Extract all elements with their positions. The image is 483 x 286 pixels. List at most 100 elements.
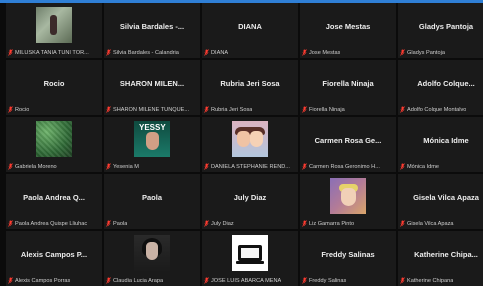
participant-name-label: Yesenia M [113, 163, 139, 170]
participant-display-name: Silvia Bardales -... [119, 22, 185, 31]
mic-muted-icon [8, 163, 13, 170]
participant-tile[interactable]: July Diaz July Diaz [202, 174, 298, 229]
participant-tile[interactable]: Rubria Jeri Sosa Rubria Jeri Sosa [202, 60, 298, 115]
participant-name-label: Rocio [15, 106, 30, 113]
participant-display-name: Rocio [43, 79, 65, 88]
participant-footer: Rubria Jeri Sosa [202, 104, 298, 115]
participant-name-label: Freddy Salinas [309, 277, 347, 284]
participant-footer: JOSE LUIS ABARCA MENA [202, 275, 298, 286]
participant-tile[interactable]: Paola Paola [104, 174, 200, 229]
participant-tile[interactable]: Silvia Bardales -... Silvia Bardales - C… [104, 3, 200, 58]
participant-name-label: MILUSKA TANIA TUNI TOR... [15, 49, 89, 56]
participant-footer: Mónica Idme [398, 161, 483, 172]
participant-name-label: July Diaz [211, 220, 234, 227]
mic-muted-icon [204, 49, 209, 56]
avatar-word: YESSY [139, 123, 166, 132]
participant-name-label: Gabriela Moreno [15, 163, 57, 170]
participants-grid: MILUSKA TANIA TUNI TOR... Silvia Bardale… [6, 3, 483, 286]
participant-tile[interactable]: Rocio Rocio [6, 60, 102, 115]
participant-tile[interactable]: Katherine Chipa... Katherine Chipana [398, 231, 483, 286]
participant-footer: Fiorella Ninaja [300, 104, 396, 115]
participant-tile[interactable]: Gisela Vilca Apaza Gisela Vilca Apaza [398, 174, 483, 229]
mic-muted-icon [400, 106, 405, 113]
participant-tile[interactable]: Jose Mestas Jose Mestas [300, 3, 396, 58]
participant-name-label: Silvia Bardales - Calandria [113, 49, 179, 56]
participant-display-name: Katherine Chipa... [414, 250, 478, 259]
mic-muted-icon [8, 277, 13, 284]
participant-tile[interactable]: Gabriela Moreno [6, 117, 102, 172]
participant-display-name: July Diaz [233, 193, 267, 202]
participant-avatar-photo: YESSY [134, 121, 170, 157]
participant-display-name: Carmen Rosa Ge... [314, 136, 382, 145]
participant-name-label: Rubria Jeri Sosa [211, 106, 253, 113]
participant-footer: Silvia Bardales - Calandria [104, 47, 200, 58]
participant-display-name: Paola [141, 193, 162, 202]
participant-tile[interactable]: JOSE LUIS ABARCA MENA [202, 231, 298, 286]
participant-avatar-photo [134, 235, 170, 271]
participant-tile[interactable]: Mónica Idme Mónica Idme [398, 117, 483, 172]
participant-avatar-photo [232, 121, 268, 157]
participant-display-name: DIANA [238, 22, 262, 31]
mic-muted-icon [106, 163, 111, 170]
participant-name-label: DIANA [211, 49, 229, 56]
participant-tile[interactable]: Claudia Lucia Arapa [104, 231, 200, 286]
participant-tile[interactable]: Liz Gamarra Pinto [300, 174, 396, 229]
participant-tile[interactable]: Alexis Campos P... Alexis Campos Porras [6, 231, 102, 286]
participant-tile[interactable]: SHARON MILEN... SHARON MILENE TUNQUE... [104, 60, 200, 115]
participant-tile[interactable]: Fiorella Ninaja Fiorella Ninaja [300, 60, 396, 115]
participant-tile[interactable]: Gladys Pantoja Gladys Pantoja [398, 3, 483, 58]
participant-display-name: Mónica Idme [423, 136, 469, 145]
mic-muted-icon [302, 49, 307, 56]
participant-name-label: Fiorella Ninaja [309, 106, 345, 113]
participant-footer: Liz Gamarra Pinto [300, 218, 396, 229]
participant-name-label: Gladys Pantoja [407, 49, 445, 56]
participant-footer: Alexis Campos Porras [6, 275, 102, 286]
participant-avatar-photo [36, 121, 72, 157]
participant-display-name: Jose Mestas [325, 22, 371, 31]
participant-name-label: Paola Andrea Quispe Lliuhac [15, 220, 88, 227]
mic-muted-icon [302, 106, 307, 113]
participant-tile[interactable]: Freddy Salinas Freddy Salinas [300, 231, 396, 286]
participant-name-label: DANIELA STEPHANIE REND... [211, 163, 290, 170]
participant-name-label: Alexis Campos Porras [15, 277, 71, 284]
participant-avatar-photo [330, 178, 366, 214]
mic-muted-icon [106, 49, 111, 56]
mic-muted-icon [400, 220, 405, 227]
participant-footer: Rocio [6, 104, 102, 115]
participant-tile[interactable]: DIANA DIANA [202, 3, 298, 58]
participant-footer: Claudia Lucia Arapa [104, 275, 200, 286]
participant-name-label: Adolfo Colque Montalvo [407, 106, 467, 113]
mic-muted-icon [400, 277, 405, 284]
participant-avatar-photo [232, 235, 268, 271]
mic-muted-icon [302, 163, 307, 170]
participant-footer: DANIELA STEPHANIE REND... [202, 161, 298, 172]
mic-muted-icon [8, 49, 13, 56]
mic-muted-icon [8, 220, 13, 227]
participant-name-label: Liz Gamarra Pinto [309, 220, 355, 227]
participant-avatar-photo [36, 7, 72, 43]
participant-name-label: Katherine Chipana [407, 277, 454, 284]
mic-muted-icon [204, 106, 209, 113]
participant-footer: Gladys Pantoja [398, 47, 483, 58]
participant-footer: Adolfo Colque Montalvo [398, 104, 483, 115]
mic-muted-icon [204, 277, 209, 284]
participant-footer: Carmen Rosa Geronimo H... [300, 161, 396, 172]
participant-tile[interactable]: Carmen Rosa Ge... Carmen Rosa Geronimo H… [300, 117, 396, 172]
participant-tile[interactable]: YESSY Yesenia M [104, 117, 200, 172]
participant-name-label: Gisela Vilca Apaza [407, 220, 454, 227]
participant-display-name: Paola Andrea Q... [23, 193, 85, 202]
participant-tile[interactable]: DANIELA STEPHANIE REND... [202, 117, 298, 172]
participant-name-label: Paola [113, 220, 128, 227]
mic-muted-icon [106, 220, 111, 227]
mic-muted-icon [302, 220, 307, 227]
participant-tile[interactable]: Adolfo Colque... Adolfo Colque Montalvo [398, 60, 483, 115]
participant-tile[interactable]: MILUSKA TANIA TUNI TOR... [6, 3, 102, 58]
mic-muted-icon [106, 106, 111, 113]
participant-display-name: Alexis Campos P... [20, 250, 88, 259]
mic-muted-icon [302, 277, 307, 284]
participant-name-label: SHARON MILENE TUNQUE... [113, 106, 190, 113]
participant-tile[interactable]: Paola Andrea Q... Paola Andrea Quispe Ll… [6, 174, 102, 229]
participant-display-name: SHARON MILEN... [119, 79, 185, 88]
participant-footer: Yesenia M [104, 161, 200, 172]
participant-footer: Freddy Salinas [300, 275, 396, 286]
